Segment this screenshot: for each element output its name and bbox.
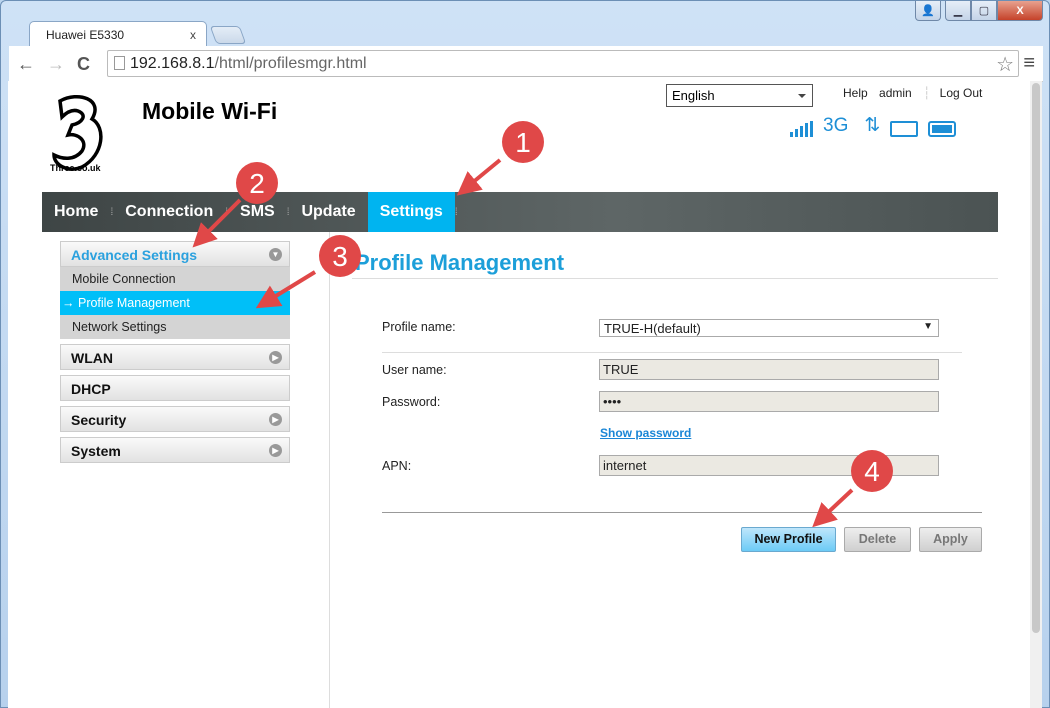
sidebar-item-mobile-connection[interactable]: Mobile Connection: [60, 267, 290, 291]
status-bar: 3G ⇅: [790, 114, 957, 137]
user-name-label: User name:: [382, 363, 447, 377]
address-bar[interactable]: 192.168.8.1/html/profilesmgr.html ☆: [107, 50, 1019, 77]
url-path: /html/profilesmgr.html: [214, 55, 367, 72]
arrow-right-icon: →: [62, 296, 75, 310]
sidebar-label: System: [71, 443, 121, 459]
sidebar-advanced-settings[interactable]: Advanced Settings ▼: [60, 241, 290, 267]
sidebar-label: WLAN: [71, 350, 113, 366]
sidebar-label: DHCP: [71, 381, 111, 397]
user-icon[interactable]: 👤: [915, 1, 941, 21]
data-transfer-icon: ⇅: [864, 115, 881, 136]
sidebar-wlan[interactable]: WLAN ▶: [60, 344, 290, 370]
forward-icon[interactable]: →: [47, 54, 65, 75]
chevron-right-icon: ▶: [269, 413, 282, 426]
sidebar-item-profile-management[interactable]: → Profile Management: [60, 291, 290, 315]
divider: [382, 352, 962, 353]
close-button[interactable]: X: [997, 1, 1043, 21]
sidebar-dhcp[interactable]: DHCP: [60, 375, 290, 401]
sidebar-label: Advanced Settings: [71, 247, 198, 263]
sidebar-security[interactable]: Security ▶: [60, 406, 290, 432]
page-title: Profile Management: [355, 250, 565, 275]
tab-close-icon[interactable]: x: [190, 28, 196, 42]
sidebar-item-network-settings[interactable]: Network Settings: [60, 315, 290, 339]
divider: [329, 232, 330, 708]
tab-title: Huawei E5330: [46, 28, 125, 42]
profile-name-select[interactable]: TRUE-H(default): [599, 319, 939, 337]
page-icon: [114, 56, 125, 70]
browser-tab[interactable]: Huawei E5330 x: [29, 21, 207, 47]
help-link[interactable]: Help: [843, 86, 868, 100]
menu-icon[interactable]: ≡: [1023, 52, 1035, 75]
browser-toolbar: ← → C 192.168.8.1/html/profilesmgr.html …: [9, 46, 1043, 82]
window-controls: 👤 ▁ ▢ X: [915, 1, 1043, 21]
page-content: Three.co.uk Mobile Wi-Fi English Help ad…: [8, 81, 1030, 708]
nav-update[interactable]: Update: [289, 192, 367, 232]
three-logo: [52, 95, 103, 171]
language-select[interactable]: English: [666, 84, 813, 107]
wifi-clients-icon: [890, 121, 919, 137]
scrollbar[interactable]: [1030, 81, 1042, 708]
main-nav: Home ⁞ Connection ⁞ SMS ⁞ Update Settings ⁞: [42, 192, 998, 232]
password-label: Password:: [382, 395, 441, 409]
top-links: Help admin ┆ Log Out: [843, 86, 983, 100]
nav-home[interactable]: Home: [42, 192, 110, 232]
chevron-down-icon: ▼: [269, 248, 282, 261]
minimize-button[interactable]: ▁: [945, 1, 971, 21]
nav-connection[interactable]: Connection: [113, 192, 225, 232]
nav-sms[interactable]: SMS: [228, 192, 287, 232]
url-host: 192.168.8.1: [130, 55, 215, 72]
reload-icon[interactable]: C: [77, 54, 90, 75]
app-title: Mobile Wi-Fi: [142, 98, 278, 124]
delete-button[interactable]: Delete: [844, 527, 911, 552]
apn-label: APN:: [382, 459, 412, 473]
password-input[interactable]: ••••: [599, 391, 939, 412]
new-profile-button[interactable]: New Profile: [741, 527, 836, 552]
apn-input[interactable]: internet: [599, 455, 939, 476]
apply-button[interactable]: Apply: [919, 527, 982, 552]
sidebar: Advanced Settings ▼ Mobile Connection → P…: [60, 241, 290, 468]
chevron-right-icon: ▶: [269, 351, 282, 364]
battery-icon: [928, 121, 957, 137]
divider: [382, 512, 982, 513]
network-type: 3G: [823, 115, 849, 136]
divider: [352, 278, 998, 279]
show-password-link[interactable]: Show password: [600, 426, 691, 440]
new-tab-button[interactable]: [209, 26, 247, 44]
bookmark-star-icon[interactable]: ☆: [996, 52, 1014, 77]
profile-name-label: Profile name:: [382, 320, 456, 334]
chevron-right-icon: ▶: [269, 444, 282, 457]
scrollbar-thumb[interactable]: [1032, 83, 1040, 633]
logo-text: Three.co.uk: [50, 163, 101, 173]
back-icon[interactable]: ←: [17, 54, 35, 75]
sidebar-label: Profile Management: [77, 296, 190, 310]
user-link[interactable]: admin: [879, 86, 912, 100]
sidebar-label: Security: [71, 412, 127, 428]
logout-link[interactable]: Log Out: [940, 86, 983, 100]
sidebar-system[interactable]: System ▶: [60, 437, 290, 463]
nav-settings[interactable]: Settings: [367, 192, 455, 232]
maximize-button[interactable]: ▢: [971, 1, 997, 21]
signal-icon: [790, 121, 813, 137]
user-name-input[interactable]: TRUE: [599, 359, 939, 380]
